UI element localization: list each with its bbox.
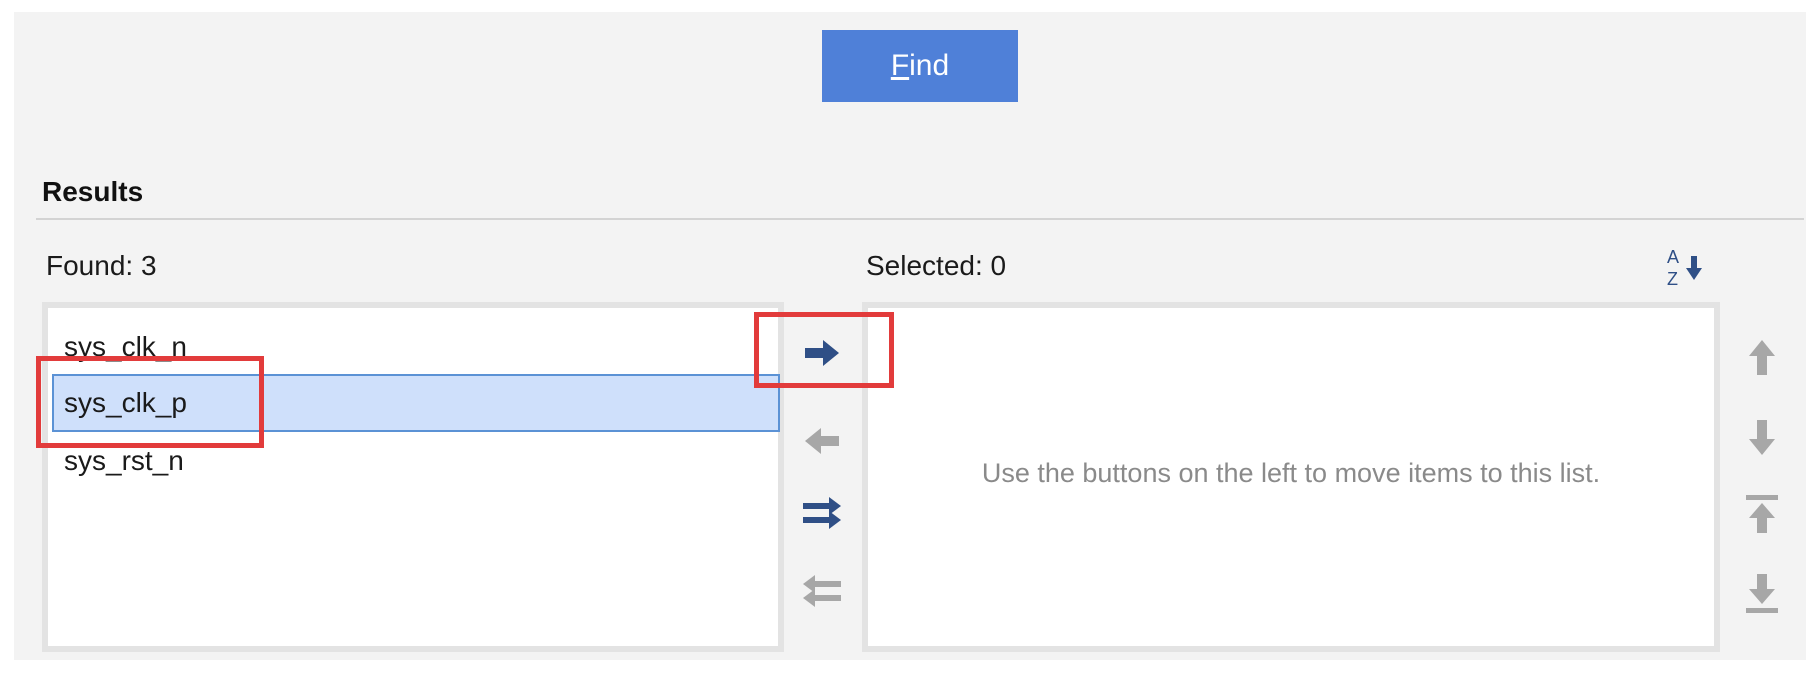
- move-up-icon: [1749, 340, 1775, 375]
- move-down-button[interactable]: [1737, 412, 1787, 462]
- arrow-right-icon: [805, 340, 839, 366]
- move-to-bottom-icon: [1746, 574, 1778, 613]
- find-button[interactable]: Find: [822, 30, 1018, 102]
- results-divider: [36, 218, 1804, 220]
- remove-all-button[interactable]: [797, 566, 847, 616]
- move-all-right-icon: [803, 497, 841, 529]
- found-list-item-selected[interactable]: sys_clk_p: [52, 374, 780, 432]
- selected-count-label: Selected: 0: [866, 250, 1007, 281]
- results-title: Results: [42, 176, 144, 207]
- selected-list[interactable]: Use the buttons on the left to move item…: [862, 302, 1720, 652]
- found-list-item[interactable]: sys_rst_n: [52, 432, 780, 490]
- move-up-button[interactable]: [1737, 334, 1787, 384]
- move-to-bottom-button[interactable]: [1737, 568, 1787, 618]
- move-to-top-icon: [1746, 495, 1778, 533]
- add-selected-button[interactable]: [797, 328, 847, 378]
- remove-selected-button[interactable]: [797, 416, 847, 466]
- selected-list-empty-message: Use the buttons on the left to move item…: [981, 458, 1601, 488]
- sort-alphabetical-icon[interactable]: A Z: [1664, 244, 1708, 290]
- move-all-left-icon: [803, 575, 841, 607]
- add-all-button[interactable]: [797, 488, 847, 538]
- found-list-item[interactable]: sys_clk_n: [52, 318, 780, 376]
- found-list[interactable]: sys_clk_n sys_clk_p sys_rst_n: [42, 302, 784, 652]
- find-button-mnemonic: F: [890, 49, 910, 82]
- sort-icon-bottom-letter: Z: [1667, 269, 1678, 289]
- sort-icon-top-letter: A: [1667, 247, 1679, 267]
- arrow-left-icon: [805, 428, 839, 454]
- find-button-label: ind: [909, 49, 950, 82]
- found-count-label: Found: 3: [46, 250, 157, 281]
- move-to-top-button[interactable]: [1737, 490, 1787, 540]
- move-down-icon: [1749, 420, 1775, 455]
